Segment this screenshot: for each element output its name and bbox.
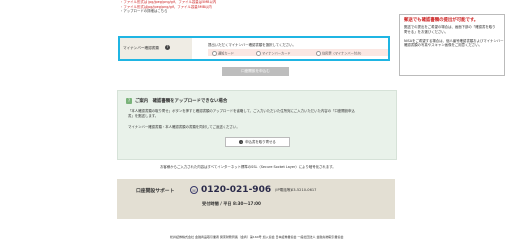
option-my-number-card[interactable]: マイナンバーカード bbox=[256, 50, 291, 56]
notice-body: 郵送での提出をご希望の場合は、画面下部の「確認書を取り 寄せる」をお選びください… bbox=[404, 25, 504, 48]
cannot-upload-guide: ? ご案内 確認書類をアップロードできない場合 「本人確認書類の取り寄せ」ボタン… bbox=[117, 90, 397, 160]
ip-phone-number[interactable]: 03-5210-0617 bbox=[291, 188, 316, 192]
support-title: 口座開設サポート bbox=[136, 189, 175, 194]
option-label: マイナンバーカード bbox=[262, 51, 291, 55]
phone-icon: ☏ bbox=[190, 186, 198, 194]
guide-line: 書」を郵送します。 bbox=[128, 113, 159, 118]
arrow-right-icon: › bbox=[239, 140, 244, 144]
option-notification-card[interactable]: 通知カード bbox=[212, 50, 234, 56]
upload-details-link[interactable]: ・アップロードの詳細はこちら bbox=[120, 9, 216, 14]
radio-icon[interactable] bbox=[212, 50, 217, 56]
notice-line: 確認書類の写真やスキャン画像をご用意ください。 bbox=[404, 43, 482, 48]
notice-title: 郵送でも確認書類の提出が可能です。 bbox=[404, 18, 479, 23]
radio-icon[interactable] bbox=[256, 50, 261, 56]
option-resident-record[interactable]: 住民票（マイナンバー付き） bbox=[316, 50, 364, 56]
help-icon[interactable]: ? bbox=[165, 45, 170, 50]
ssl-note: お客様からご入力された内容はすべてインターネット標準のSSL（Secure So… bbox=[160, 165, 336, 169]
guide-line: 「本人確認書類の取り寄せ」ボタンを押すと確認書類のアップロードを省略して、ご入力… bbox=[128, 109, 355, 113]
note-line: ・ファイル形式は jpg/jpeg/png/gif、ファイル容量は5MB以内 bbox=[120, 0, 217, 4]
radio-icon[interactable] bbox=[316, 50, 321, 56]
guide-text: マイナンバー確認書類・本人確認書類の書類を同封してご返送ください。 bbox=[128, 125, 240, 129]
footer-text: 松井証券株式会社 金融商品取引業者 関東財務局長（金商）第164号 加入協会 日… bbox=[170, 235, 344, 239]
my-number-document-panel: マイナンバー確認書類 ? 提出いただくマイナンバー確認書類を選択してください。 … bbox=[118, 36, 390, 61]
option-label: 通知カード bbox=[218, 51, 234, 55]
info-icon: ? bbox=[126, 98, 132, 104]
order-application-form-button[interactable]: › 申込書を取り寄せる bbox=[225, 137, 290, 147]
button-label: 申込書を取り寄せる bbox=[245, 140, 276, 144]
account-support-banner: 口座開設サポート ☏ 0120-021-906 (IP電話等) 03-5210-… bbox=[117, 179, 395, 219]
guide-title: ご案内 確認書類をアップロードできない場合 bbox=[135, 99, 228, 104]
my-number-document-label: マイナンバー確認書類 bbox=[123, 46, 159, 50]
apply-account-button[interactable]: 口座開設を申込む bbox=[222, 67, 289, 76]
toll-free-number[interactable]: 0120-021-906 bbox=[201, 185, 271, 195]
footer: 松井証券株式会社 金融商品取引業者 関東財務局長（金商）第164号 加入協会 日… bbox=[170, 235, 343, 240]
upload-notes: ・ファイル形式は jpg/jpeg/png/gif、ファイル容量は5MB以内 ・… bbox=[120, 0, 216, 14]
mail-submission-notice: 郵送でも確認書類の提出が可能です。 郵送での提出をご希望の場合は、画面下部の「確… bbox=[399, 14, 505, 76]
label-cell: マイナンバー確認書類 ? bbox=[120, 38, 192, 59]
panel-description: 提出いただくマイナンバー確認書類を選択してください。 bbox=[208, 43, 296, 47]
document-type-options: 通知カード マイナンバーカード 住民票（マイナンバー付き） bbox=[208, 49, 388, 56]
notice-line: 郵送での提出をご希望の場合は、画面下部の「確認書を取り bbox=[404, 25, 496, 29]
ip-phone-label: (IP電話等) bbox=[275, 188, 292, 192]
business-hours: 受付時間 / 平日 8:30～17:00 bbox=[202, 201, 261, 206]
guide-text: 「本人確認書類の取り寄せ」ボタンを押すと確認書類のアップロードを省略して、ご入力… bbox=[128, 109, 355, 118]
option-label: 住民票（マイナンバー付き） bbox=[322, 51, 364, 55]
